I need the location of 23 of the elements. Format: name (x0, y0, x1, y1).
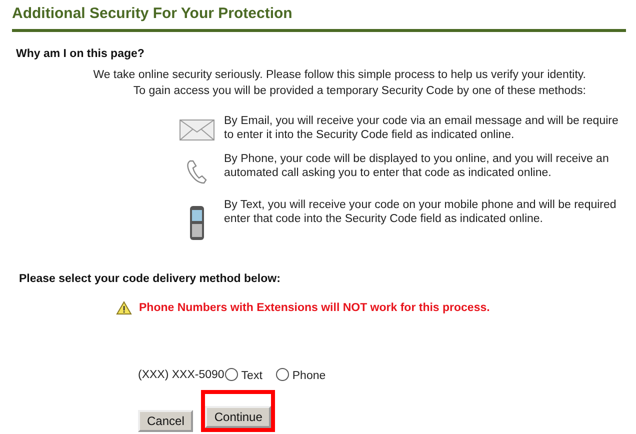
warning-icon (116, 301, 132, 315)
warning-message: Phone Numbers with Extensions will NOT work for this process. (139, 302, 490, 314)
mobile-phone-icon (189, 205, 205, 241)
method-description: By Text, you will receive your code on your mobile phone and will be required (224, 199, 616, 212)
phone-number: (XXX) XXX-5090 (138, 368, 224, 380)
phone-handset-icon (186, 159, 208, 185)
method-description: By Phone, your code will be displayed to you online, and you will receive an (224, 153, 609, 166)
envelope-icon (179, 119, 215, 141)
section-heading: Please select your code delivery method below: (18, 273, 282, 285)
method-description: to enter it into the Security Code field as indicated online. (224, 128, 516, 142)
method-description: automated call asking you to enter that code as indicated online. (224, 166, 552, 180)
method-description: By Email, you will receive your code via an email message and will be require (224, 115, 618, 128)
page-title: Additional Security For Your Protection (11, 4, 294, 24)
intro-text: We take online security seriously. Please follow this simple process to help us verify your identity. (93, 69, 586, 82)
form-button[interactable]: Cancel (138, 410, 194, 432)
radio-button[interactable] (276, 368, 290, 381)
option-label: Phone (292, 370, 326, 382)
section-heading: Why am I on this page? (15, 48, 146, 60)
form-button[interactable]: Continue (205, 406, 272, 428)
option-label: Text (241, 370, 262, 382)
intro-text: To gain access you will be provided a temporary Security Code by one of these methods: (133, 85, 586, 98)
method-description: enter that code into the Security Code field as indicated online. (224, 212, 544, 226)
radio-button[interactable] (225, 368, 238, 381)
